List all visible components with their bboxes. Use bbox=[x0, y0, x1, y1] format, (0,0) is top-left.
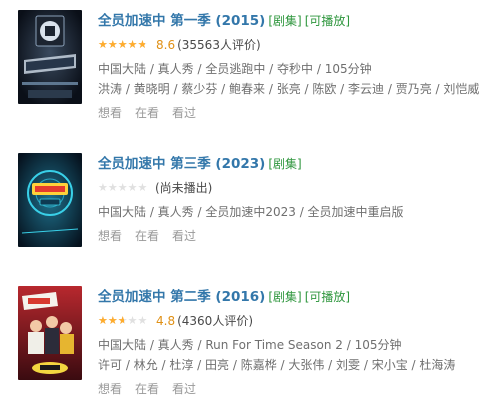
star-rating-icon: ★★★★★ ★★★★★ bbox=[98, 39, 148, 50]
meta-line: 中国大陆 / 真人秀 / 全员加速中2023 / 全员加速中重启版 bbox=[98, 205, 404, 219]
action-row: 想看 在看 看过 bbox=[98, 227, 488, 245]
tag-type: [剧集] bbox=[268, 14, 302, 28]
result-item: 全员加速中 第一季 (2015) [剧集] [可播放] ★★★★★ ★★★★★ 8.… bbox=[18, 10, 488, 130]
tag-playable: [可播放] bbox=[304, 290, 351, 304]
title-row: 全员加速中 第一季 (2015) [剧集] [可播放] bbox=[98, 10, 488, 30]
title-link[interactable]: 全员加速中 第一季 (2015) bbox=[98, 13, 265, 29]
watching-button[interactable]: 在看 bbox=[135, 382, 159, 396]
item-info: 全员加速中 第二季 (2016)[剧集][可播放] ★★★★★ ★★★★★ 4.… bbox=[98, 286, 488, 398]
want-to-watch-button[interactable]: 想看 bbox=[98, 382, 122, 396]
item-info: 全员加速中 第三季 (2023)[剧集] ★★★★★ ★★★★★ (尚未播出) … bbox=[98, 153, 488, 245]
meta-line: 中国大陆 / 真人秀 / 全员逃跑中 / 夺秒中 / 105分钟 bbox=[98, 62, 372, 76]
rating-count: (尚未播出) bbox=[155, 181, 213, 195]
watching-button[interactable]: 在看 bbox=[135, 106, 159, 120]
rating-count: (4360人评价) bbox=[177, 314, 253, 328]
star-rating-icon: ★★★★★ ★★★★★ bbox=[98, 182, 148, 193]
tag-type: [剧集] bbox=[268, 157, 302, 171]
rating-row: ★★★★★ ★★★★★ 8.6 (35563人评价) bbox=[98, 35, 488, 55]
rating-row: ★★★★★ ★★★★★ 4.8(4360人评价) bbox=[98, 311, 488, 331]
tag-playable: [可播放] bbox=[304, 14, 351, 28]
action-row: 想看 在看 看过 bbox=[98, 380, 488, 398]
action-row: 想看 在看 看过 bbox=[98, 104, 488, 122]
result-item: 全员加速中 第二季 (2016)[剧集][可播放] ★★★★★ ★★★★★ 4.… bbox=[18, 286, 488, 406]
rating-score: 4.8 bbox=[156, 314, 176, 328]
title-row: 全员加速中 第三季 (2023) [剧集] bbox=[98, 153, 488, 173]
poster-art bbox=[18, 153, 82, 247]
item-info: 全员加速中 第一季 (2015) [剧集] [可播放] ★★★★★ ★★★★★ 8.… bbox=[98, 10, 488, 122]
poster-image-season-3[interactable] bbox=[18, 153, 82, 247]
rating-score: 8.6 bbox=[156, 38, 176, 52]
want-to-watch-button[interactable]: 想看 bbox=[98, 106, 122, 120]
poster-art bbox=[18, 10, 82, 104]
watching-button[interactable]: 在看 bbox=[135, 229, 159, 243]
tag-type: [剧集] bbox=[268, 290, 302, 304]
poster-image-season-2[interactable] bbox=[18, 286, 82, 380]
watched-button[interactable]: 看过 bbox=[172, 106, 196, 120]
rating-row: ★★★★★ ★★★★★ (尚未播出) bbox=[98, 178, 488, 198]
cast-line: 洪涛 / 黄晓明 / 蔡少芬 / 鲍春来 / 张亮 / 陈欧 / 李云迪 / 贾… bbox=[98, 82, 480, 96]
title-row: 全员加速中 第二季 (2016) [剧集] [可播放] bbox=[98, 286, 488, 306]
title-link[interactable]: 全员加速中 第三季 (2023) bbox=[98, 156, 265, 172]
watched-button[interactable]: 看过 bbox=[172, 382, 196, 396]
poster-art bbox=[18, 286, 82, 380]
want-to-watch-button[interactable]: 想看 bbox=[98, 229, 122, 243]
star-rating-icon: ★★★★★ ★★★★★ bbox=[98, 315, 148, 326]
meta-line: 中国大陆 / 真人秀 / Run For Time Season 2 / 105… bbox=[98, 338, 402, 352]
result-item: 全员加速中 第三季 (2023)[剧集] ★★★★★ ★★★★★ (尚未播出) … bbox=[18, 153, 488, 273]
watched-button[interactable]: 看过 bbox=[172, 229, 196, 243]
rating-count: (35563人评价) bbox=[177, 38, 261, 52]
poster-image-season-1[interactable] bbox=[18, 10, 82, 104]
title-link[interactable]: 全员加速中 第二季 (2016) bbox=[98, 289, 265, 305]
cast-line: 许可 / 林允 / 杜淳 / 田亮 / 陈嘉桦 / 大张伟 / 刘雯 / 宋小宝… bbox=[98, 358, 456, 372]
